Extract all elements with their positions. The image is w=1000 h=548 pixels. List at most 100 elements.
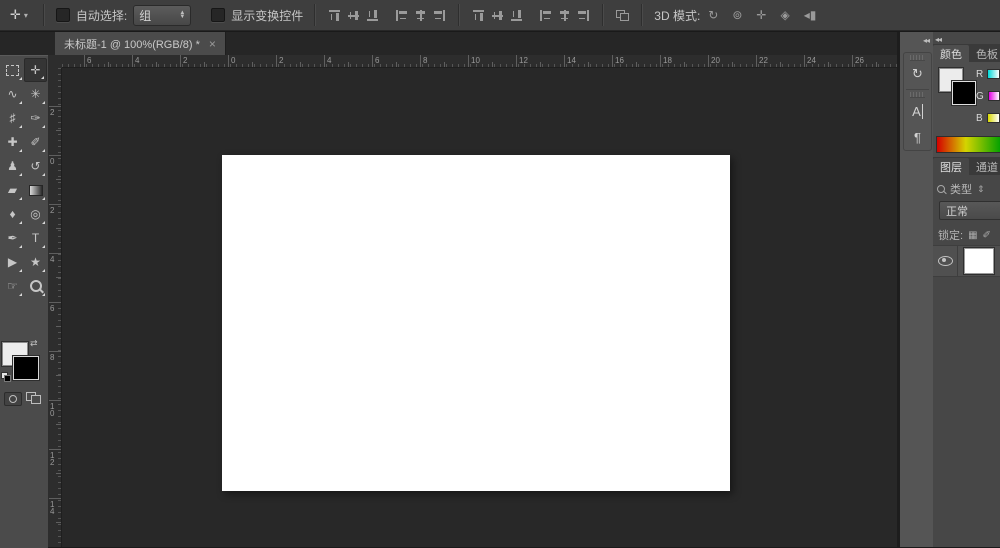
distribute-vertical-centers[interactable]: [491, 8, 504, 23]
background-color-swatch[interactable]: [13, 356, 39, 380]
eyedropper-tool[interactable]: ✑: [24, 106, 47, 130]
path-selection-icon: ▶: [8, 255, 17, 269]
swap-colors-icon[interactable]: ⇄: [30, 338, 38, 349]
brush-tool[interactable]: ✐: [24, 130, 47, 154]
ruler-label: 8: [423, 56, 427, 65]
collapse-panels-icon[interactable]: ◂◂: [935, 35, 941, 44]
document-tab[interactable]: 未标题-1 @ 100%(RGB/8) * ×: [55, 32, 226, 55]
distribute-right-edges[interactable]: [576, 9, 591, 22]
type-icon: T: [32, 231, 39, 245]
lock-paint-icon[interactable]: ✐: [983, 230, 991, 241]
green-slider[interactable]: [988, 91, 1000, 101]
3d-camera-icon[interactable]: ◂▮: [802, 8, 819, 22]
align-top-edges[interactable]: [328, 8, 341, 23]
align-left-edges[interactable]: [394, 9, 409, 22]
show-transform-checkbox[interactable]: [211, 8, 225, 22]
tool-grid: ✛ ∿ ✳♯✑✚ ✐ ♟ ↺ ▰♦ ◎ ✒ T ▶ ★ ☞: [1, 58, 47, 298]
document-canvas[interactable]: [222, 155, 730, 491]
custom-shape-icon: ★: [30, 255, 41, 269]
filter-arrows-icon[interactable]: ⇕: [977, 184, 985, 195]
background-color-swatch[interactable]: [952, 81, 976, 105]
clone-stamp-icon: ♟: [7, 159, 18, 173]
ruler-label: 26: [855, 56, 864, 65]
3d-pan-icon[interactable]: ✛: [754, 8, 768, 22]
align-horizontal-centers[interactable]: [413, 9, 428, 22]
align-bottom-edges[interactable]: [366, 8, 379, 23]
layer-thumbnail[interactable]: [964, 248, 994, 274]
ruler-corner[interactable]: [48, 55, 63, 69]
spot-healing-brush-tool[interactable]: ✚: [1, 130, 24, 154]
close-icon[interactable]: ×: [209, 37, 216, 51]
brush-icon: ✐: [30, 135, 40, 149]
eye-cell[interactable]: [933, 246, 958, 276]
distribute-bottom-edges[interactable]: [510, 8, 523, 23]
collapse-dock-icon[interactable]: ◂◂: [923, 36, 929, 45]
eraser-tool[interactable]: ▰: [1, 178, 24, 202]
history-panel-icon[interactable]: ↻: [904, 61, 931, 87]
red-slider[interactable]: [987, 69, 1000, 79]
auto-align-layers-icon[interactable]: [615, 9, 630, 22]
layer-row[interactable]: [933, 245, 1000, 277]
3d-mode-label: 3D 模式:: [654, 7, 700, 24]
vertical-ruler[interactable]: 2024681 01 21 4: [48, 68, 62, 547]
tool-preset-picker[interactable]: ✛ ▾: [6, 5, 32, 25]
zoom-tool[interactable]: [24, 274, 47, 298]
auto-select-checkbox[interactable]: [56, 8, 70, 22]
history-brush-icon: ↺: [30, 159, 40, 173]
canvas-pasteboard[interactable]: [62, 68, 897, 547]
auto-select-dropdown[interactable]: 组 ▲▼: [133, 5, 191, 26]
tab-layers[interactable]: 图层: [933, 158, 969, 175]
move-tool[interactable]: ✛: [24, 58, 47, 82]
tab-color[interactable]: 颜色: [933, 45, 969, 62]
align-vertical-centers[interactable]: [347, 8, 360, 23]
tab-channels[interactable]: 通道: [969, 158, 1000, 175]
blue-slider[interactable]: [987, 113, 1000, 123]
horizontal-ruler[interactable]: 64202468101214161820222426: [62, 55, 897, 68]
default-colors-icon[interactable]: [1, 372, 11, 381]
blend-mode-dropdown[interactable]: 正常: [939, 201, 1000, 220]
align-right-edges[interactable]: [432, 9, 447, 22]
distribute-left-edges[interactable]: [538, 9, 553, 22]
dodge-icon: ◎: [30, 207, 40, 221]
screen-mode-button[interactable]: [26, 392, 42, 404]
custom-shape-tool[interactable]: ★: [24, 250, 47, 274]
ruler-tick: [49, 400, 62, 401]
paragraph-panel-icon[interactable]: ¶: [904, 124, 931, 150]
color-spectrum-ramp[interactable]: [936, 136, 1000, 153]
crop-tool[interactable]: ♯: [1, 106, 24, 130]
path-selection-tool[interactable]: ▶: [1, 250, 24, 274]
rectangular-marquee-tool[interactable]: [1, 58, 24, 82]
3d-rotate-icon[interactable]: ↻: [706, 8, 720, 22]
divider: [43, 4, 45, 26]
distribute-top-edges[interactable]: [472, 8, 485, 23]
ruler-tick: [228, 55, 229, 67]
ruler-tick: [708, 55, 709, 67]
red-channel-row: R: [976, 68, 1000, 80]
tab-swatches[interactable]: 色板: [969, 45, 1000, 62]
blur-tool[interactable]: ♦: [1, 202, 24, 226]
gradient-icon: [29, 185, 43, 196]
gradient-tool[interactable]: [24, 178, 47, 202]
type-tool[interactable]: T: [24, 226, 47, 250]
lasso-tool[interactable]: ∿: [1, 82, 24, 106]
ruler-tick: [132, 55, 133, 67]
lock-transparent-icon[interactable]: ▦: [968, 230, 977, 241]
hand-tool[interactable]: ☞: [1, 274, 24, 298]
history-brush-tool[interactable]: ↺: [24, 154, 47, 178]
ruler-label: 16: [615, 56, 624, 65]
filter-type-label[interactable]: 类型: [950, 181, 972, 197]
lasso-icon: ∿: [7, 87, 17, 101]
magic-wand-tool[interactable]: ✳: [24, 82, 47, 106]
distribute-horizontal-centers[interactable]: [557, 9, 572, 22]
pen-tool[interactable]: ✒: [1, 226, 24, 250]
divider: [602, 4, 604, 26]
auto-select-value: 组: [139, 7, 151, 24]
zoom-icon: [30, 280, 42, 292]
clone-stamp-tool[interactable]: ♟: [1, 154, 24, 178]
3d-slide-icon[interactable]: ◈: [778, 8, 791, 22]
move-icon: ✛: [30, 63, 40, 77]
dodge-tool[interactable]: ◎: [24, 202, 47, 226]
quick-mask-button[interactable]: [4, 392, 22, 406]
character-panel-icon[interactable]: A: [904, 98, 931, 124]
3d-roll-icon[interactable]: ⊚: [730, 8, 744, 22]
